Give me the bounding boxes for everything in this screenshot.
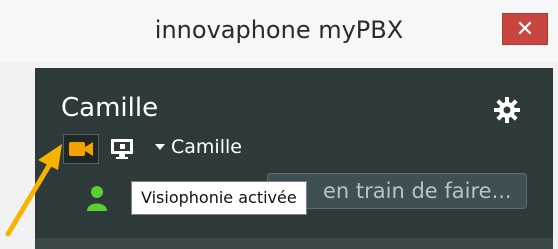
device-name: Camille [171, 136, 242, 158]
video-tooltip: Visiophonie activée [131, 181, 307, 215]
monitor-icon [111, 139, 133, 159]
annotation-arrow [5, 144, 62, 237]
panel-divider [35, 238, 553, 249]
screen-share-button[interactable] [109, 136, 135, 162]
gear-icon[interactable] [493, 96, 521, 124]
window-title: innovaphone myPBX [154, 16, 404, 44]
mypbx-panel: Camille Camille en train de faire... Vis… [35, 68, 553, 249]
close-button[interactable]: ✕ [502, 13, 548, 45]
app-window: innovaphone myPBX ✕ Camille Camille en t… [0, 0, 558, 249]
user-name: Camille [61, 93, 159, 123]
chevron-down-icon [155, 144, 165, 150]
video-camera-icon [69, 142, 93, 156]
title-bar: innovaphone myPBX ✕ [0, 0, 558, 62]
device-dropdown[interactable]: Camille [155, 136, 242, 158]
presence-user-icon[interactable] [85, 185, 109, 211]
